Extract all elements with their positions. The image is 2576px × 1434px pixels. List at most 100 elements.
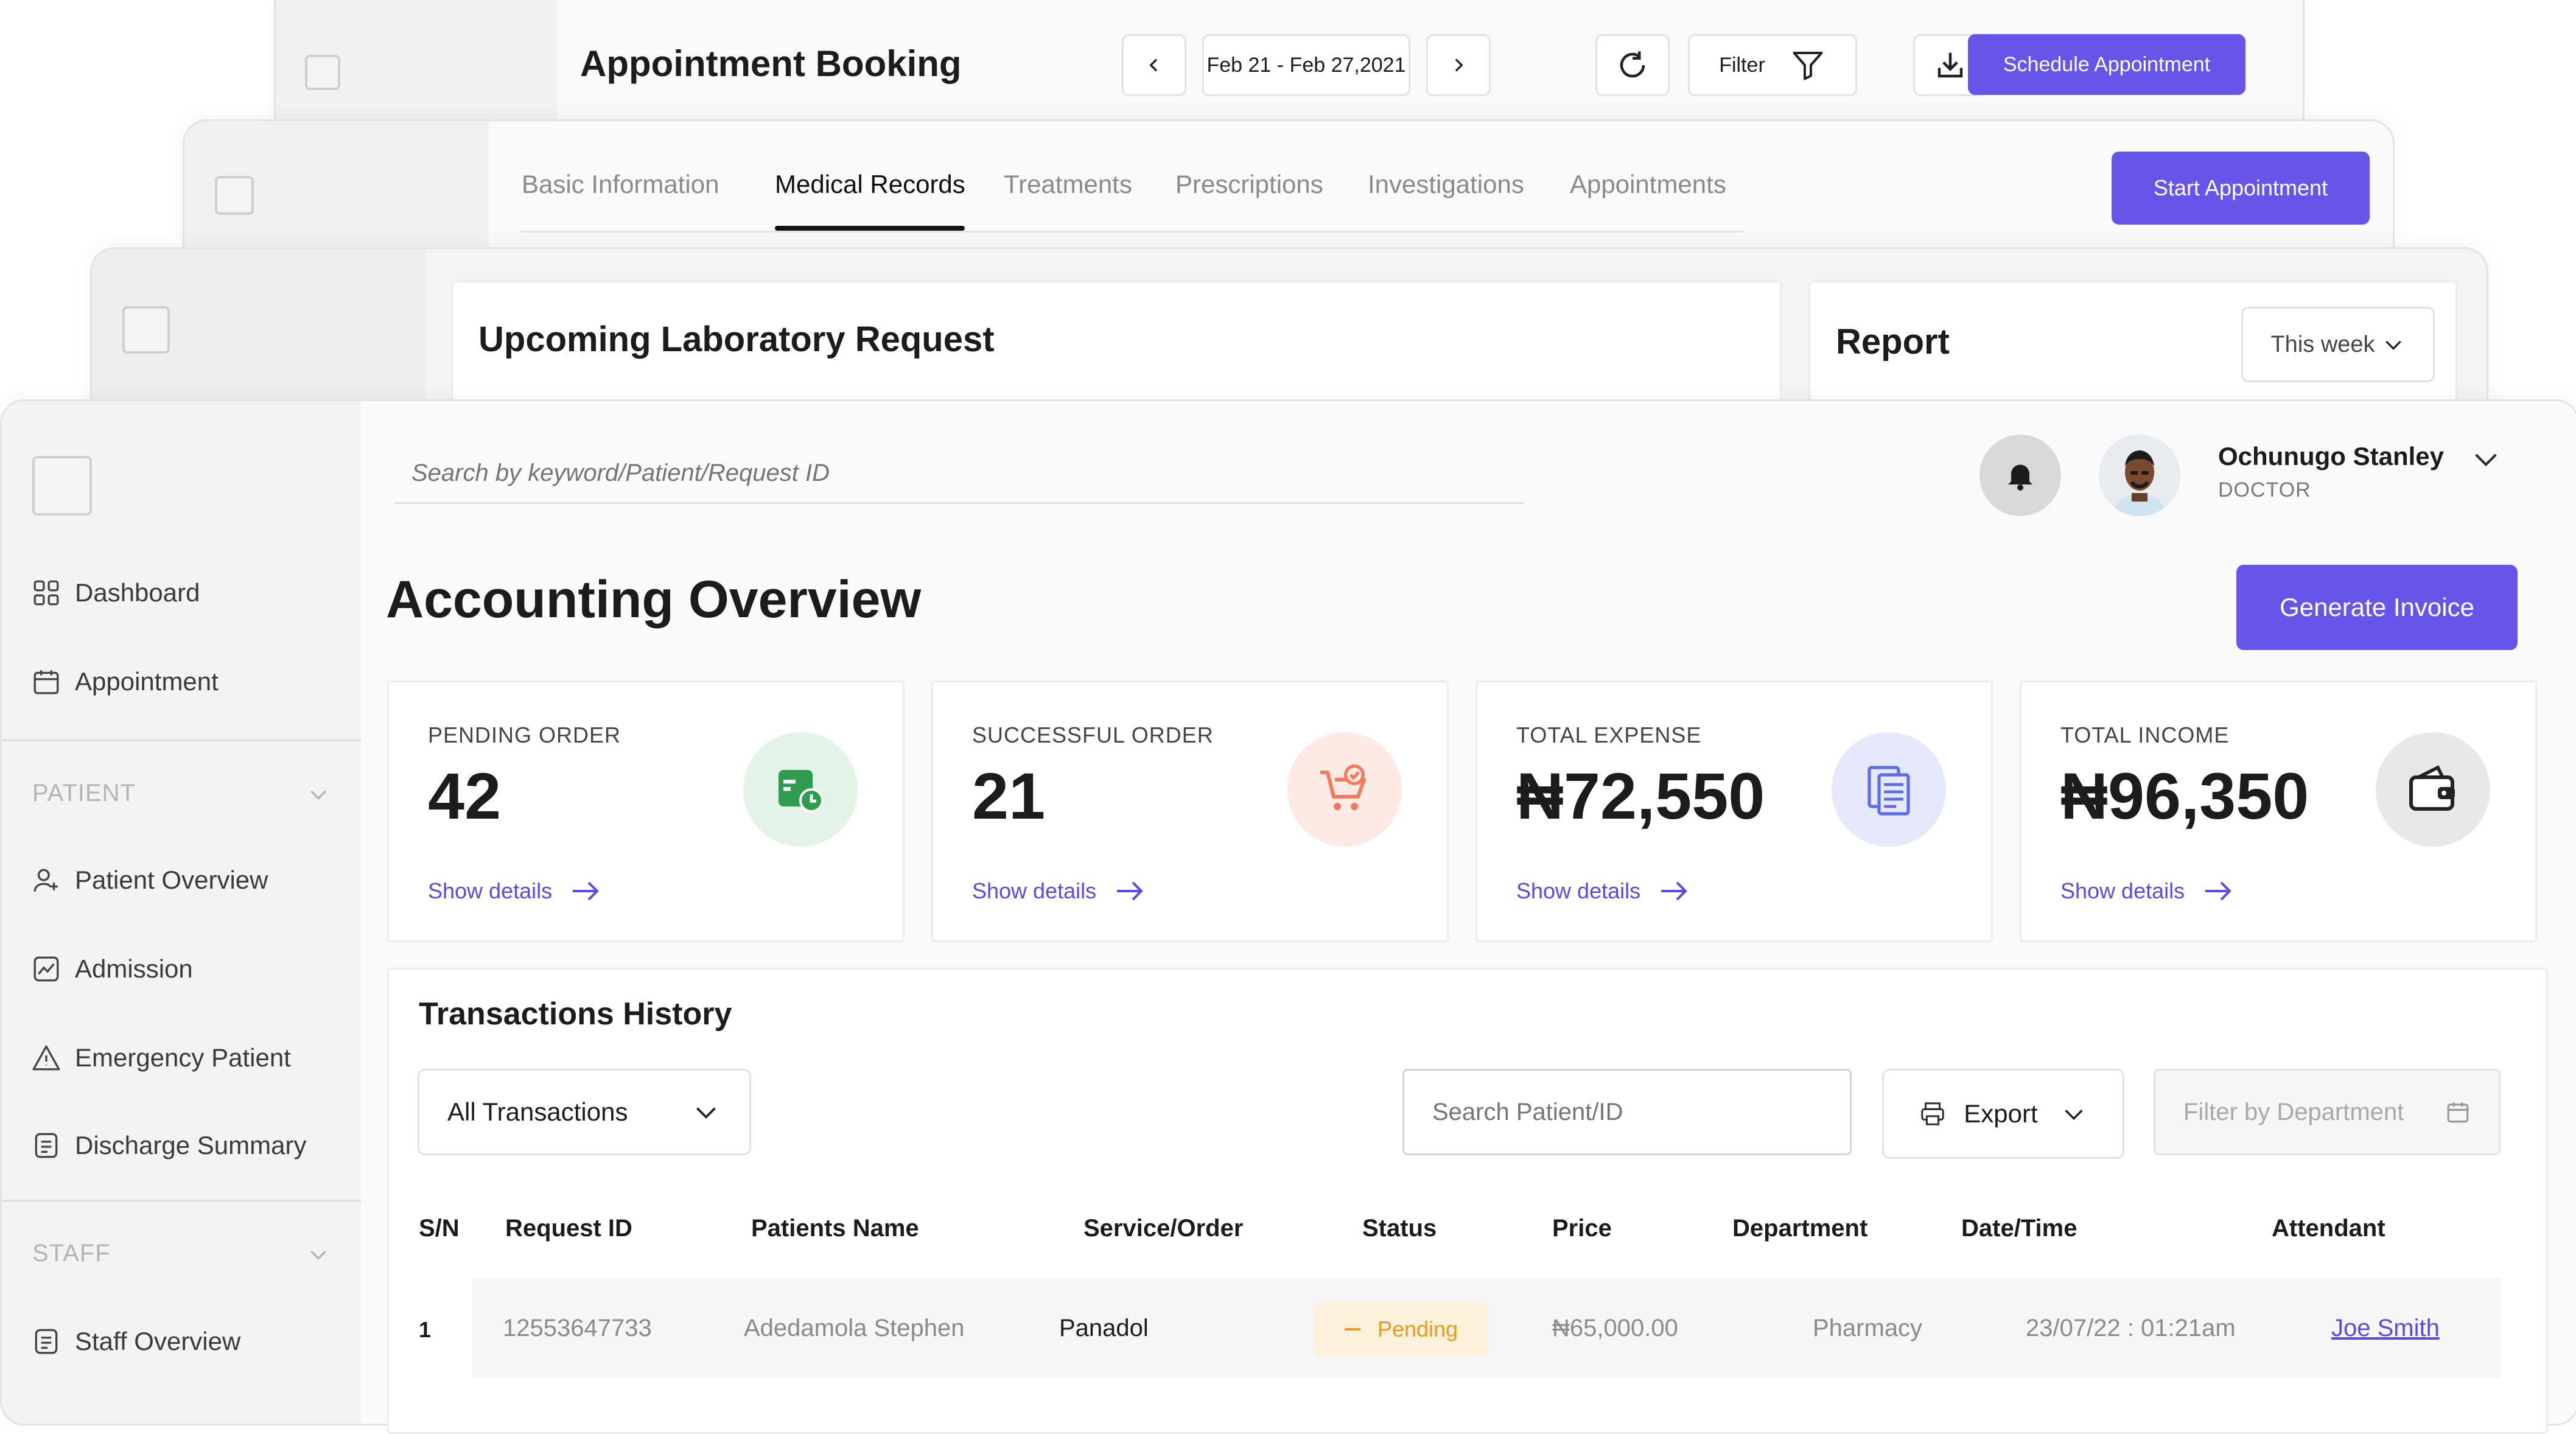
stat-value: 21 (972, 759, 1046, 833)
user-plus-icon (33, 869, 58, 892)
section-patient: PATIENT (32, 780, 136, 806)
chevron-down-icon[interactable] (306, 782, 331, 806)
report-period-select[interactable]: This week (2241, 307, 2435, 382)
page-title: Accounting Overview (386, 570, 922, 629)
transactions-title: Transactions History (419, 996, 732, 1032)
select-checkbox[interactable] (122, 306, 170, 354)
column-header-status: Status (1362, 1215, 1437, 1242)
show-details-label: Show details (428, 878, 553, 903)
logo-placeholder (32, 456, 92, 516)
sidebar-item-staff-overview[interactable]: Staff Overview (31, 1326, 240, 1357)
chevron-down-icon[interactable] (306, 1242, 331, 1267)
show-details-label: Show details (1516, 878, 1641, 903)
stat-card-total-expense: TOTAL EXPENSE ₦72,550 Show details (1475, 680, 1993, 942)
report-title: Report (1836, 322, 1950, 362)
column-header-price: Price (1552, 1215, 1612, 1242)
sidebar-item-appointment[interactable]: Appointment (31, 666, 219, 697)
download-icon (1937, 52, 1963, 78)
tab-basic-information[interactable]: Basic Information (522, 170, 719, 199)
generate-invoice-button[interactable]: Generate Invoice (2236, 565, 2518, 650)
bell-icon (2008, 464, 2032, 491)
arrow-right-icon (1661, 881, 1687, 901)
wallet-icon (2376, 732, 2490, 847)
column-header-request-id: Request ID (505, 1215, 632, 1242)
tab-treatments[interactable]: Treatments (1004, 170, 1132, 199)
tab-medical-records[interactable]: Medical Records (775, 170, 965, 199)
tab-prescriptions[interactable]: Prescriptions (1175, 170, 1323, 199)
sidebar: Dashboard Appointment PATIENT Patient Ov… (2, 401, 361, 1424)
sidebar-item-label: Emergency Patient (75, 1043, 291, 1072)
sidebar-item-label: Patient Overview (75, 866, 268, 894)
page-title: Appointment Booking (580, 43, 962, 84)
report-period-label: This week (2270, 331, 2375, 357)
start-appointment-button[interactable]: Start Appointment (2112, 152, 2370, 225)
tab-investigations[interactable]: Investigations (1368, 170, 1524, 199)
calendar-icon (33, 670, 59, 694)
department-filter[interactable]: Filter by Department (2154, 1069, 2501, 1155)
column-header-department: Department (1732, 1215, 1868, 1242)
column-header-date-time: Date/Time (1961, 1215, 2077, 1242)
user-name: Ochunugo Stanley (2218, 442, 2445, 470)
arrow-right-icon (2205, 881, 2231, 901)
cell-date-time: 23/07/22 : 01:21am (2026, 1315, 2236, 1341)
arrow-right-icon (1117, 881, 1143, 901)
user-photo (2099, 435, 2180, 516)
select-checkbox[interactable] (305, 55, 340, 90)
status-label: Pending (1377, 1317, 1458, 1341)
show-details-link[interactable]: Show details (2060, 878, 2235, 904)
refresh-button[interactable] (1595, 34, 1670, 96)
transaction-type-select[interactable]: All Transactions (418, 1069, 751, 1155)
stat-label: SUCCESSFUL ORDER (972, 722, 1214, 747)
cell-request-id: 12553647733 (503, 1315, 652, 1341)
document-icon (35, 1329, 58, 1354)
filter-button[interactable]: Filter (1688, 34, 1857, 96)
notification-button[interactable] (1979, 435, 2061, 516)
stat-card-successful-order: SUCCESSFUL ORDER 21 Show details (931, 680, 1449, 942)
next-week-button[interactable] (1426, 34, 1491, 96)
section-staff: STAFF (32, 1240, 111, 1267)
cell-sn: 1 (419, 1317, 432, 1342)
show-details-link[interactable]: Show details (428, 878, 602, 904)
show-details-label: Show details (972, 878, 1097, 903)
show-details-link[interactable]: Show details (1516, 878, 1690, 904)
document-icon (35, 1133, 58, 1158)
show-details-label: Show details (2060, 878, 2185, 903)
export-button[interactable]: Export (1882, 1069, 2124, 1159)
prev-week-button[interactable] (1122, 34, 1186, 96)
attendant-link[interactable]: Joe Smith (2331, 1315, 2440, 1342)
select-checkbox[interactable] (215, 176, 254, 215)
cart-check-icon (1287, 732, 1402, 847)
sidebar-item-label: Admission (75, 954, 193, 983)
schedule-appointment-button[interactable]: Schedule Appointment (1968, 34, 2245, 95)
transaction-type-label: All Transactions (447, 1097, 628, 1126)
stat-value: ₦72,550 (1516, 759, 1765, 833)
global-search-input[interactable] (394, 444, 1524, 504)
printer-icon (1921, 1102, 1945, 1125)
stat-label: TOTAL INCOME (2060, 722, 2230, 747)
show-details-link[interactable]: Show details (972, 878, 1146, 904)
chevron-down-icon (2385, 340, 2401, 351)
stat-value: ₦96,350 (2060, 759, 2309, 833)
sidebar-item-dashboard[interactable]: Dashboard (31, 578, 200, 608)
avatar[interactable] (2099, 435, 2180, 516)
column-header-service-order: Service/Order (1083, 1215, 1244, 1242)
sidebar-item-label: Appointment (75, 667, 219, 696)
funnel-icon (1793, 52, 1823, 80)
sidebar-item-admission[interactable]: Admission (31, 954, 193, 984)
patient-search-input[interactable] (1402, 1069, 1852, 1155)
tab-appointments[interactable]: Appointments (1570, 170, 1726, 199)
chevron-down-icon[interactable] (2469, 442, 2503, 476)
column-header-attendant: Attendant (2272, 1215, 2385, 1242)
chart-icon (33, 956, 59, 982)
column-header-sn: S/N (419, 1215, 460, 1242)
sidebar-item-patient-overview[interactable]: Patient Overview (31, 865, 268, 895)
status-badge: Pending (1315, 1303, 1488, 1356)
sidebar-item-emergency-patient[interactable]: Emergency Patient (31, 1043, 291, 1073)
cell-patient-name: Adedamola Stephen (744, 1315, 965, 1341)
lab-title: Upcoming Laboratory Request (478, 320, 995, 359)
date-range[interactable]: Feb 21 - Feb 27,2021 (1202, 34, 1410, 96)
warning-icon (32, 1045, 60, 1071)
cell-price: ₦65,000.00 (1552, 1315, 1678, 1341)
pending-dash-icon (1344, 1328, 1360, 1331)
sidebar-item-discharge-summary[interactable]: Discharge Summary (31, 1130, 306, 1161)
